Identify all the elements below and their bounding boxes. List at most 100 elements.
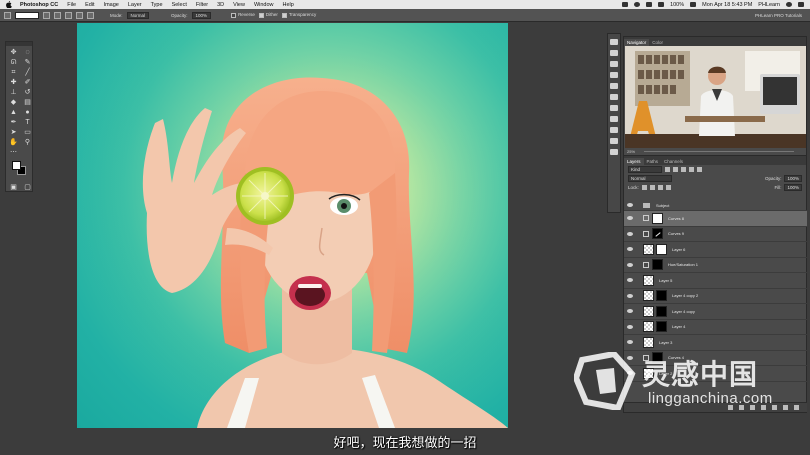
filter-shape-icon[interactable] xyxy=(689,167,694,172)
layer-mask-thumbnail[interactable] xyxy=(656,305,667,317)
marquee-tool-icon[interactable]: ◌ xyxy=(22,48,33,57)
dropbox-icon[interactable] xyxy=(622,2,629,7)
visibility-eye-icon[interactable] xyxy=(627,203,633,207)
navigator-preview[interactable] xyxy=(625,46,806,148)
layer-mask-thumbnail[interactable] xyxy=(652,228,663,240)
blur-tool-icon[interactable]: ▲ xyxy=(8,108,19,117)
apple-icon[interactable] xyxy=(6,1,12,8)
diamond-gradient-button[interactable] xyxy=(87,11,94,19)
menu-help[interactable]: Help xyxy=(283,2,294,8)
menubar-clock[interactable]: Mon Apr 18 5:43 PM xyxy=(702,2,752,8)
quick-select-tool-icon[interactable]: ✎ xyxy=(22,58,33,67)
layer-mask-thumbnail[interactable] xyxy=(656,243,667,255)
zoom-tool-icon[interactable]: ⚲ xyxy=(22,138,33,147)
radial-gradient-button[interactable] xyxy=(54,11,61,19)
layer-row[interactable]: Layer 4 copy xyxy=(624,304,807,320)
filter-smart-object-icon[interactable] xyxy=(697,167,702,172)
layer-row[interactable]: Hue/Saturation 1 xyxy=(624,258,807,273)
visibility-eye-icon[interactable] xyxy=(627,324,633,329)
visibility-eye-icon[interactable] xyxy=(627,247,633,252)
layer-mask-thumbnail[interactable] xyxy=(656,290,667,302)
eyedropper-tool-icon[interactable]: ╱ xyxy=(22,68,33,77)
gradient-tool-icon[interactable]: ▤ xyxy=(22,98,33,107)
brush-presets-icon[interactable] xyxy=(610,94,618,100)
lock-transparent-icon[interactable] xyxy=(641,185,647,190)
workspace-switcher[interactable]: PHLearn PRO Tutorials xyxy=(755,13,802,18)
character-panel-icon[interactable] xyxy=(610,61,618,67)
volume-icon[interactable] xyxy=(658,2,665,7)
healing-brush-tool-icon[interactable]: ✚ xyxy=(8,78,19,87)
layer-opacity-field[interactable]: 100% xyxy=(784,175,802,182)
layer-row[interactable]: Layer 3 xyxy=(624,335,807,351)
lock-position-icon[interactable] xyxy=(657,185,663,190)
eraser-tool-icon[interactable]: ◆ xyxy=(8,98,19,107)
menubar-user[interactable]: PHLearn xyxy=(758,2,780,8)
crop-tool-icon[interactable]: ⌗ xyxy=(8,68,19,77)
kind-filter-select[interactable]: Kind xyxy=(628,166,662,173)
navigator-zoom-slider[interactable] xyxy=(644,151,794,152)
layer-row[interactable]: Curves 9 xyxy=(624,227,807,242)
fill-field[interactable]: 100% xyxy=(784,184,802,191)
libraries-panel-icon[interactable] xyxy=(610,149,618,155)
linear-gradient-button[interactable] xyxy=(43,11,50,19)
transparency-checkbox[interactable] xyxy=(281,12,287,18)
layer-mask-thumbnail[interactable] xyxy=(652,212,663,224)
layer-group-subject[interactable]: Subject xyxy=(624,200,807,211)
spotlight-icon[interactable] xyxy=(786,2,792,7)
dodge-tool-icon[interactable]: ● xyxy=(22,108,33,117)
menu-layer[interactable]: Layer xyxy=(128,2,142,8)
paragraph-panel-icon[interactable] xyxy=(610,72,618,78)
visibility-eye-icon[interactable] xyxy=(627,309,633,314)
wifi-icon[interactable] xyxy=(646,2,653,7)
notification-center-icon[interactable] xyxy=(798,2,804,7)
path-select-tool-icon[interactable]: ➤ xyxy=(8,128,19,137)
document-canvas[interactable] xyxy=(77,23,508,428)
rectangle-tool-icon[interactable]: ▭ xyxy=(22,128,33,137)
color-swatches[interactable] xyxy=(9,161,33,177)
foreground-color-swatch[interactable] xyxy=(12,161,21,170)
gradient-picker[interactable] xyxy=(15,11,39,19)
reflected-gradient-button[interactable] xyxy=(76,11,83,19)
opacity-field[interactable]: 100% xyxy=(191,11,212,19)
layer-row[interactable]: Layer 6 xyxy=(624,242,807,258)
menu-select[interactable]: Select xyxy=(172,2,187,8)
menu-edit[interactable]: Edit xyxy=(85,2,94,8)
menu-filter[interactable]: Filter xyxy=(196,2,208,8)
visibility-eye-icon[interactable] xyxy=(627,340,633,345)
lasso-tool-icon[interactable]: ᘏ xyxy=(8,58,19,67)
dither-checkbox[interactable] xyxy=(258,12,264,18)
hand-tool-icon[interactable]: ✋ xyxy=(8,138,19,147)
menu-image[interactable]: Image xyxy=(104,2,119,8)
properties-panel-icon[interactable] xyxy=(610,127,618,133)
quick-mask-icon[interactable]: ▣ xyxy=(8,183,19,192)
delete-layer-icon[interactable] xyxy=(794,405,799,410)
lock-pixels-icon[interactable] xyxy=(649,185,655,190)
screen-mode-icon[interactable]: ▢ xyxy=(22,183,33,192)
brush-tool-icon[interactable]: ✐ xyxy=(22,78,33,87)
layer-mask-thumbnail[interactable] xyxy=(656,321,667,333)
reverse-checkbox[interactable] xyxy=(231,12,237,18)
angle-gradient-button[interactable] xyxy=(65,11,72,19)
blend-mode-select[interactable]: Normal xyxy=(628,175,672,182)
battery-icon[interactable] xyxy=(690,2,697,7)
visibility-eye-icon[interactable] xyxy=(627,216,633,221)
filter-adjustment-icon[interactable] xyxy=(673,167,678,172)
filter-pixel-icon[interactable] xyxy=(665,167,670,172)
lock-all-icon[interactable] xyxy=(665,185,671,190)
mode-select[interactable]: Normal xyxy=(126,11,150,19)
menu-view[interactable]: View xyxy=(233,2,245,8)
layer-row[interactable]: Curves 8 xyxy=(624,211,807,227)
transparency-option[interactable]: Transparency xyxy=(281,12,316,18)
layer-mask-thumbnail[interactable] xyxy=(652,259,663,271)
adjustments-panel-icon[interactable] xyxy=(610,116,618,122)
menu-file[interactable]: File xyxy=(67,2,76,8)
brush-panel-icon[interactable] xyxy=(610,83,618,89)
navigator-zoom-value[interactable]: 25% xyxy=(627,149,635,154)
dither-option[interactable]: Dither xyxy=(258,12,278,18)
layer-row[interactable]: Layer 5 xyxy=(624,273,807,289)
tab-paths[interactable]: Paths xyxy=(644,158,662,165)
more-tools-icon[interactable]: ⋯ xyxy=(8,148,19,157)
clone-source-icon[interactable] xyxy=(610,105,618,111)
app-name-menu[interactable]: Photoshop CC xyxy=(20,2,58,8)
reverse-option[interactable]: Reverse xyxy=(231,12,255,18)
